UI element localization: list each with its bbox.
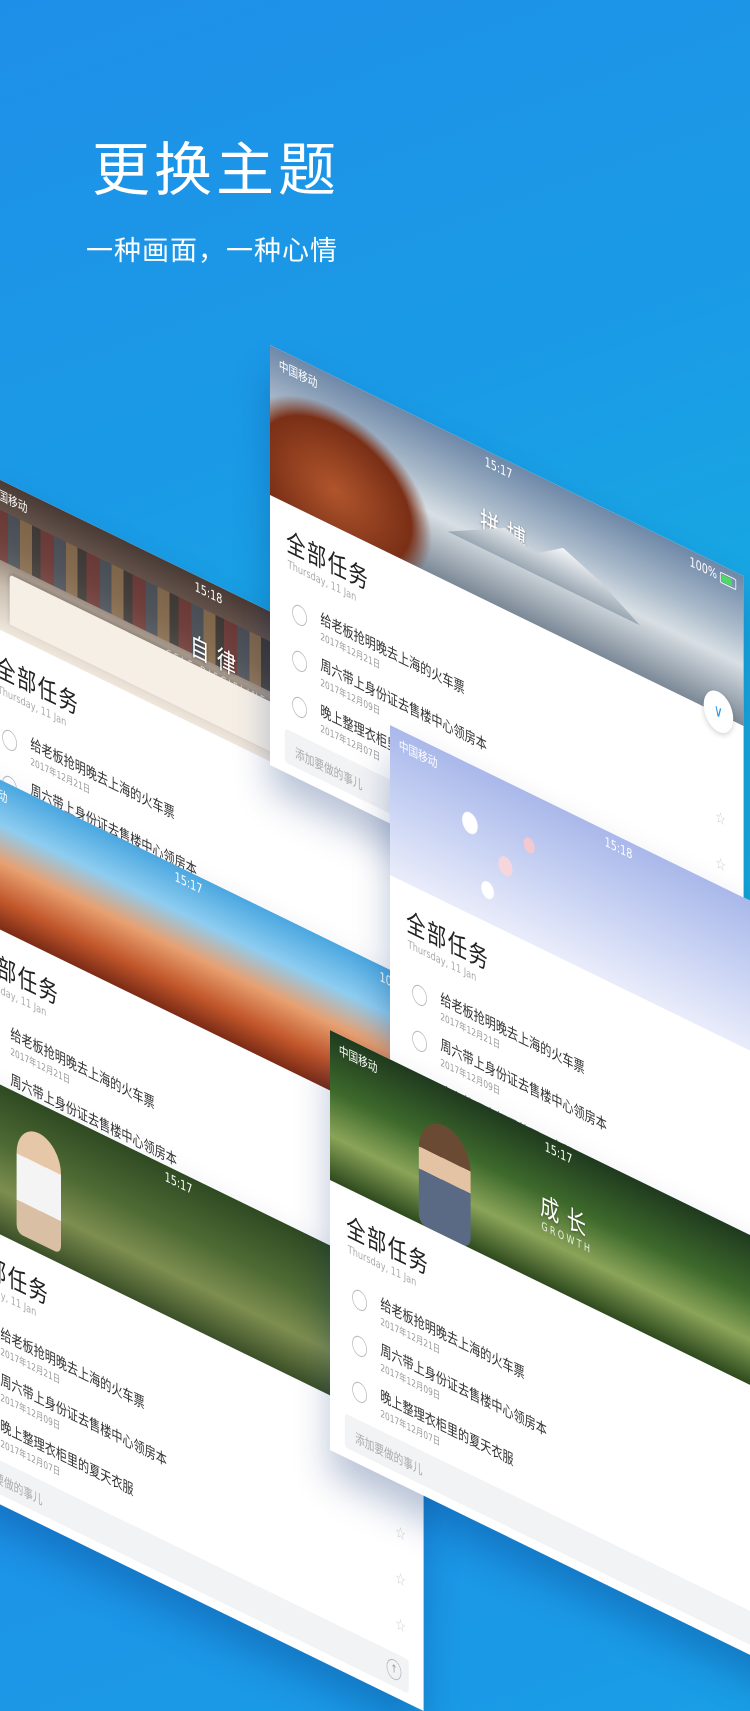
checkbox-circle-icon[interactable]	[352, 1378, 367, 1407]
checkbox-circle-icon[interactable]	[352, 1332, 367, 1361]
checkbox-circle-icon[interactable]	[2, 726, 17, 755]
send-icon[interactable]: ↑	[386, 1655, 402, 1684]
battery-icon	[719, 571, 737, 591]
star-icon[interactable]: ☆	[395, 1705, 406, 1711]
task-date: 2017年12月07日	[0, 1530, 61, 1571]
chevron-down-icon: ∨	[714, 699, 723, 723]
status-time: 15:18	[194, 579, 223, 609]
hero: 更换主题 一种画面，一种心情	[86, 135, 341, 268]
star-icon[interactable]: ☆	[715, 852, 726, 876]
carrier-label: 中国移动	[278, 358, 318, 393]
carrier-label: 中国移动	[0, 483, 28, 518]
checkbox-circle-icon[interactable]	[412, 981, 427, 1010]
hero-title: 更换主题	[92, 136, 341, 204]
theme-title: 拼搏	[480, 505, 534, 562]
star-icon[interactable]: ☆	[395, 1613, 406, 1637]
star-icon[interactable]: ☆	[395, 1521, 406, 1545]
hero-subtitle: 一种画面，一种心情	[86, 236, 338, 267]
battery-percent: 100%	[689, 554, 717, 583]
checkbox-circle-icon[interactable]	[412, 1027, 427, 1056]
checkbox-circle-icon[interactable]	[292, 647, 307, 676]
star-icon[interactable]: ☆	[715, 806, 726, 830]
theme-title: 自律	[190, 630, 244, 687]
status-time: 15:17	[484, 454, 513, 484]
checkbox-circle-icon[interactable]	[352, 1286, 367, 1315]
checkbox-circle-icon[interactable]	[292, 693, 307, 722]
checkbox-circle-icon[interactable]	[292, 601, 307, 630]
star-icon[interactable]: ☆	[395, 1567, 406, 1591]
